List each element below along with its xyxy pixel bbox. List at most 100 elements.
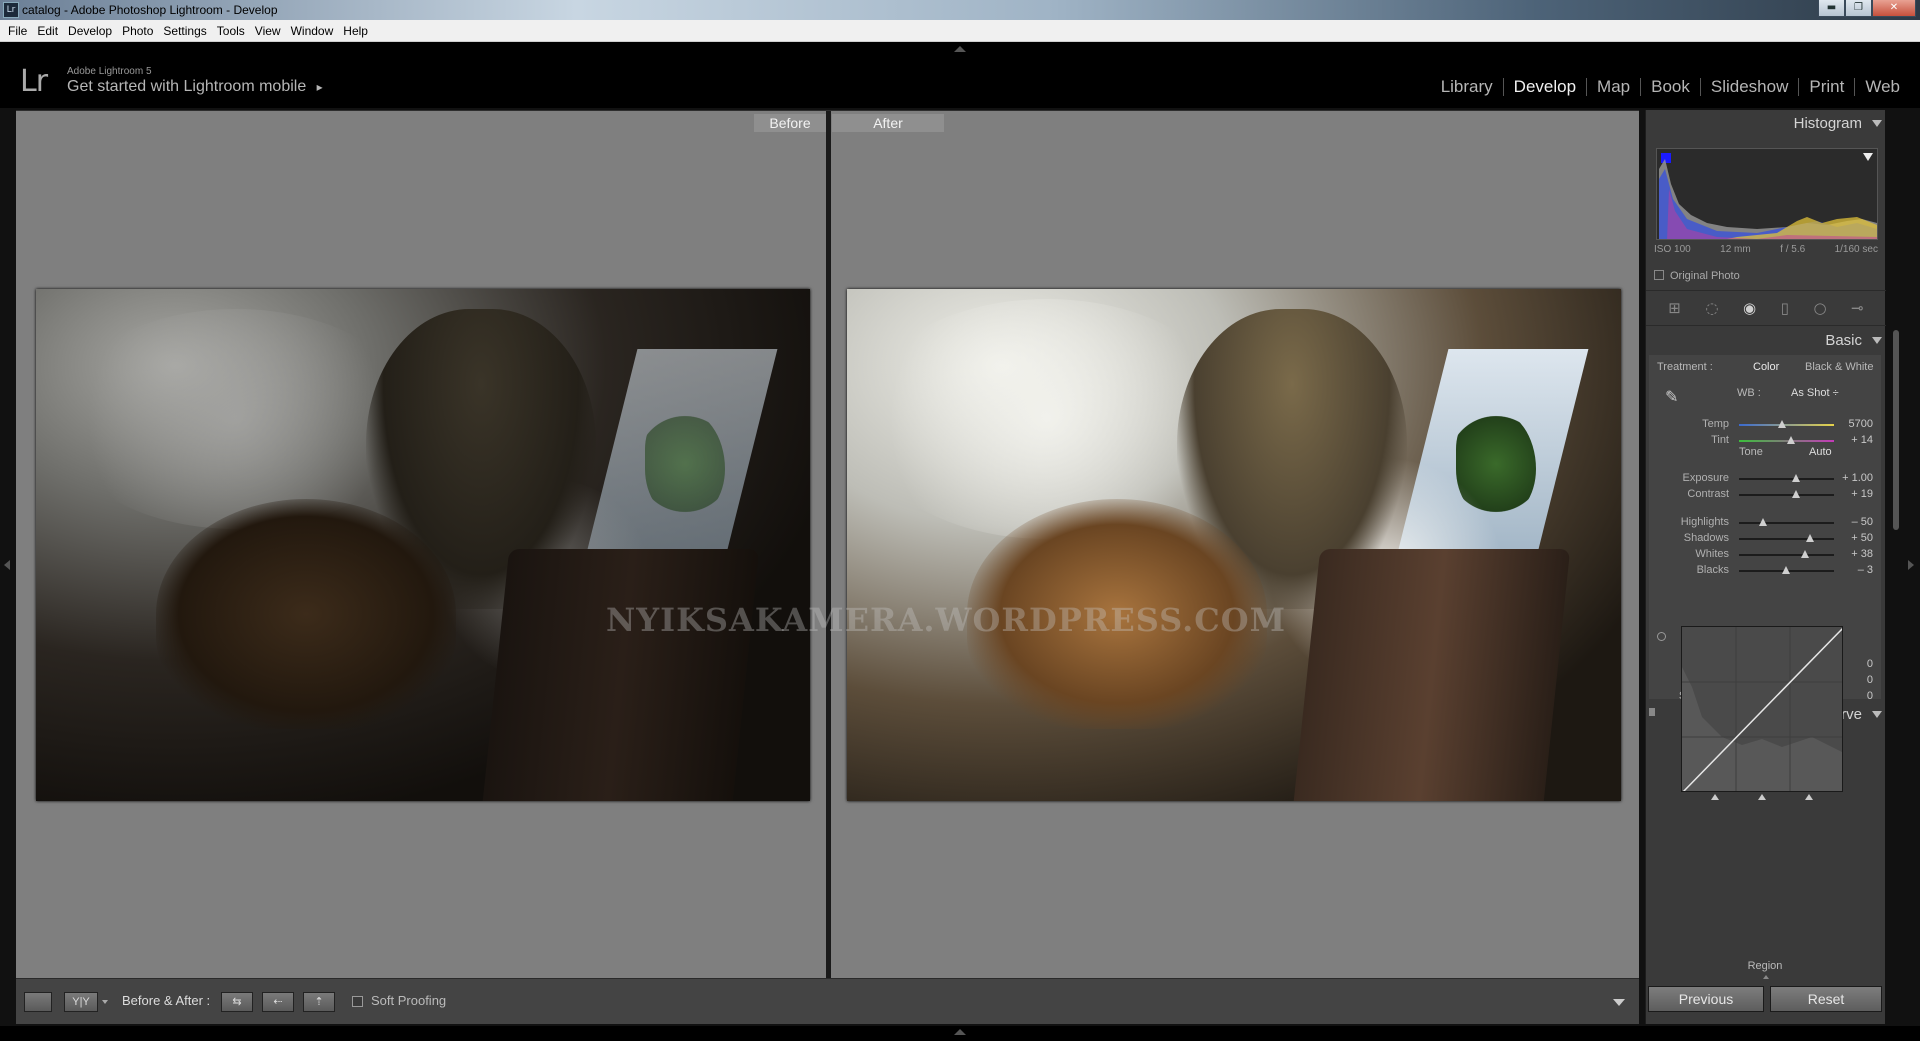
spot-removal-icon[interactable]: ◌ [1705, 299, 1718, 317]
slider-value[interactable]: 0 [1867, 690, 1873, 702]
collapse-basic-icon[interactable] [1872, 337, 1882, 344]
module-print[interactable]: Print [1799, 77, 1854, 97]
slider-value[interactable]: + 1.00 [1842, 472, 1873, 484]
after-photo[interactable] [847, 289, 1621, 801]
slider-thumb[interactable] [1806, 534, 1815, 542]
radial-filter-icon[interactable]: ○ [1813, 299, 1826, 317]
menu-develop[interactable]: Develop [64, 24, 118, 38]
slider-value[interactable]: 5700 [1849, 418, 1873, 430]
region-collapse-icon[interactable] [1763, 975, 1769, 979]
eyedropper-icon[interactable]: ✎ [1665, 387, 1678, 406]
histogram-header[interactable]: Histogram [1646, 112, 1886, 136]
split-handle-shadows[interactable] [1711, 794, 1719, 800]
close-icon[interactable]: ✕ [1872, 0, 1916, 17]
auto-tone-button[interactable]: Auto [1809, 446, 1832, 458]
menu-photo[interactable]: Photo [118, 24, 159, 38]
curve-target-icon[interactable] [1657, 632, 1666, 641]
slider-thumb[interactable] [1781, 566, 1790, 574]
slider-label: Contrast [1687, 488, 1729, 500]
slider-thumb[interactable] [1787, 436, 1796, 444]
slider-track[interactable] [1739, 490, 1834, 498]
slider-thumb[interactable] [1800, 550, 1809, 558]
tone-row: Tone Auto [1649, 445, 1881, 461]
reset-button[interactable]: Reset [1770, 986, 1882, 1012]
toolbar-menu-icon[interactable] [1613, 999, 1625, 1006]
loupe-view-button[interactable] [24, 992, 52, 1012]
collapse-top-panel-icon[interactable] [954, 46, 966, 52]
treatment-label: Treatment : [1657, 361, 1713, 373]
slider-value[interactable]: – 50 [1852, 516, 1873, 528]
expand-right-edge-icon[interactable] [1908, 560, 1914, 570]
crop-overlay-icon[interactable]: ⊞ [1668, 299, 1681, 317]
slider-track[interactable] [1739, 566, 1834, 574]
collapse-histogram-icon[interactable] [1872, 120, 1882, 127]
menu-help[interactable]: Help [339, 24, 374, 38]
original-photo-toggle[interactable]: Original Photo [1654, 270, 1740, 282]
slider-track[interactable] [1739, 534, 1834, 542]
split-handle-midtones[interactable] [1758, 794, 1766, 800]
slider-value[interactable]: + 19 [1851, 488, 1873, 500]
treatment-bw-button[interactable]: Black & White [1805, 361, 1873, 373]
slider-track[interactable] [1739, 518, 1834, 526]
copy-after-to-before-button[interactable]: ⇠ [262, 992, 294, 1012]
expand-filmstrip-icon[interactable] [954, 1029, 966, 1035]
slider-track[interactable] [1739, 474, 1834, 482]
slider-value[interactable]: + 50 [1851, 532, 1873, 544]
slider-value[interactable]: – 3 [1858, 564, 1873, 576]
highlight-clip-indicator[interactable] [1863, 153, 1873, 161]
view-mode-dropdown-icon[interactable] [102, 1000, 108, 1004]
slider-track[interactable] [1739, 420, 1834, 428]
adjustment-brush-icon[interactable]: ⊸ [1851, 299, 1864, 317]
basic-header[interactable]: Basic [1646, 329, 1886, 353]
slider-thumb[interactable] [1792, 474, 1800, 482]
menu-settings[interactable]: Settings [159, 24, 212, 38]
module-map[interactable]: Map [1587, 77, 1640, 97]
view-divider [826, 111, 831, 979]
tone-curve-enable-switch[interactable] [1649, 708, 1655, 716]
module-develop[interactable]: Develop [1504, 77, 1586, 97]
soft-proofing-checkbox[interactable] [352, 996, 363, 1007]
right-panel-scrollbar[interactable] [1893, 330, 1899, 530]
tool-strip: ⊞ ◌ ◉ ▯ ○ ⊸ [1646, 290, 1886, 326]
module-slideshow[interactable]: Slideshow [1701, 77, 1799, 97]
menu-tools[interactable]: Tools [213, 24, 251, 38]
tone-curve-graph[interactable] [1681, 626, 1843, 792]
histogram-graph [1656, 148, 1878, 240]
before-after-view-button[interactable]: Y|Y [64, 992, 98, 1012]
shutter-speed: 1/160 sec [1834, 244, 1878, 255]
swap-settings-button[interactable]: ⇆ [221, 992, 253, 1012]
shadow-clip-indicator[interactable] [1661, 153, 1671, 163]
module-library[interactable]: Library [1431, 77, 1503, 97]
split-handle-highlights[interactable] [1805, 794, 1813, 800]
menu-view[interactable]: View [251, 24, 287, 38]
before-photo[interactable] [36, 289, 810, 801]
mobile-prompt[interactable]: Get started with Lightroom mobile ▸ [67, 78, 323, 96]
slider-thumb[interactable] [1792, 490, 1800, 498]
module-web[interactable]: Web [1855, 77, 1910, 97]
slider-value[interactable]: 0 [1867, 658, 1873, 670]
original-photo-checkbox[interactable] [1654, 270, 1664, 280]
slider-value[interactable]: + 38 [1851, 548, 1873, 560]
collapse-tone-curve-icon[interactable] [1872, 711, 1882, 718]
menu-edit[interactable]: Edit [33, 24, 64, 38]
copy-before-to-after-button[interactable]: ⇡ [303, 992, 335, 1012]
menu-window[interactable]: Window [287, 24, 340, 38]
slider-thumb[interactable] [1758, 518, 1767, 526]
slider-thumb[interactable] [1777, 420, 1786, 428]
module-book[interactable]: Book [1641, 77, 1700, 97]
brand-label: Adobe Lightroom 5 [67, 66, 152, 77]
minimize-icon[interactable]: ▬ [1818, 0, 1845, 17]
slider-track[interactable] [1739, 436, 1834, 444]
wb-dropdown[interactable]: As Shot ÷ [1791, 387, 1839, 399]
expand-left-panel-icon[interactable] [4, 560, 10, 570]
slider-track[interactable] [1739, 550, 1834, 558]
red-eye-icon[interactable]: ◉ [1743, 299, 1756, 317]
iso-value: ISO 100 [1654, 244, 1691, 255]
slider-label: Whites [1695, 548, 1729, 560]
menu-file[interactable]: File [4, 24, 33, 38]
maximize-icon[interactable]: ❐ [1845, 0, 1872, 17]
previous-button[interactable]: Previous [1648, 986, 1764, 1012]
slider-value[interactable]: 0 [1867, 674, 1873, 686]
graduated-filter-icon[interactable]: ▯ [1781, 299, 1789, 317]
treatment-color-button[interactable]: Color [1753, 361, 1779, 373]
